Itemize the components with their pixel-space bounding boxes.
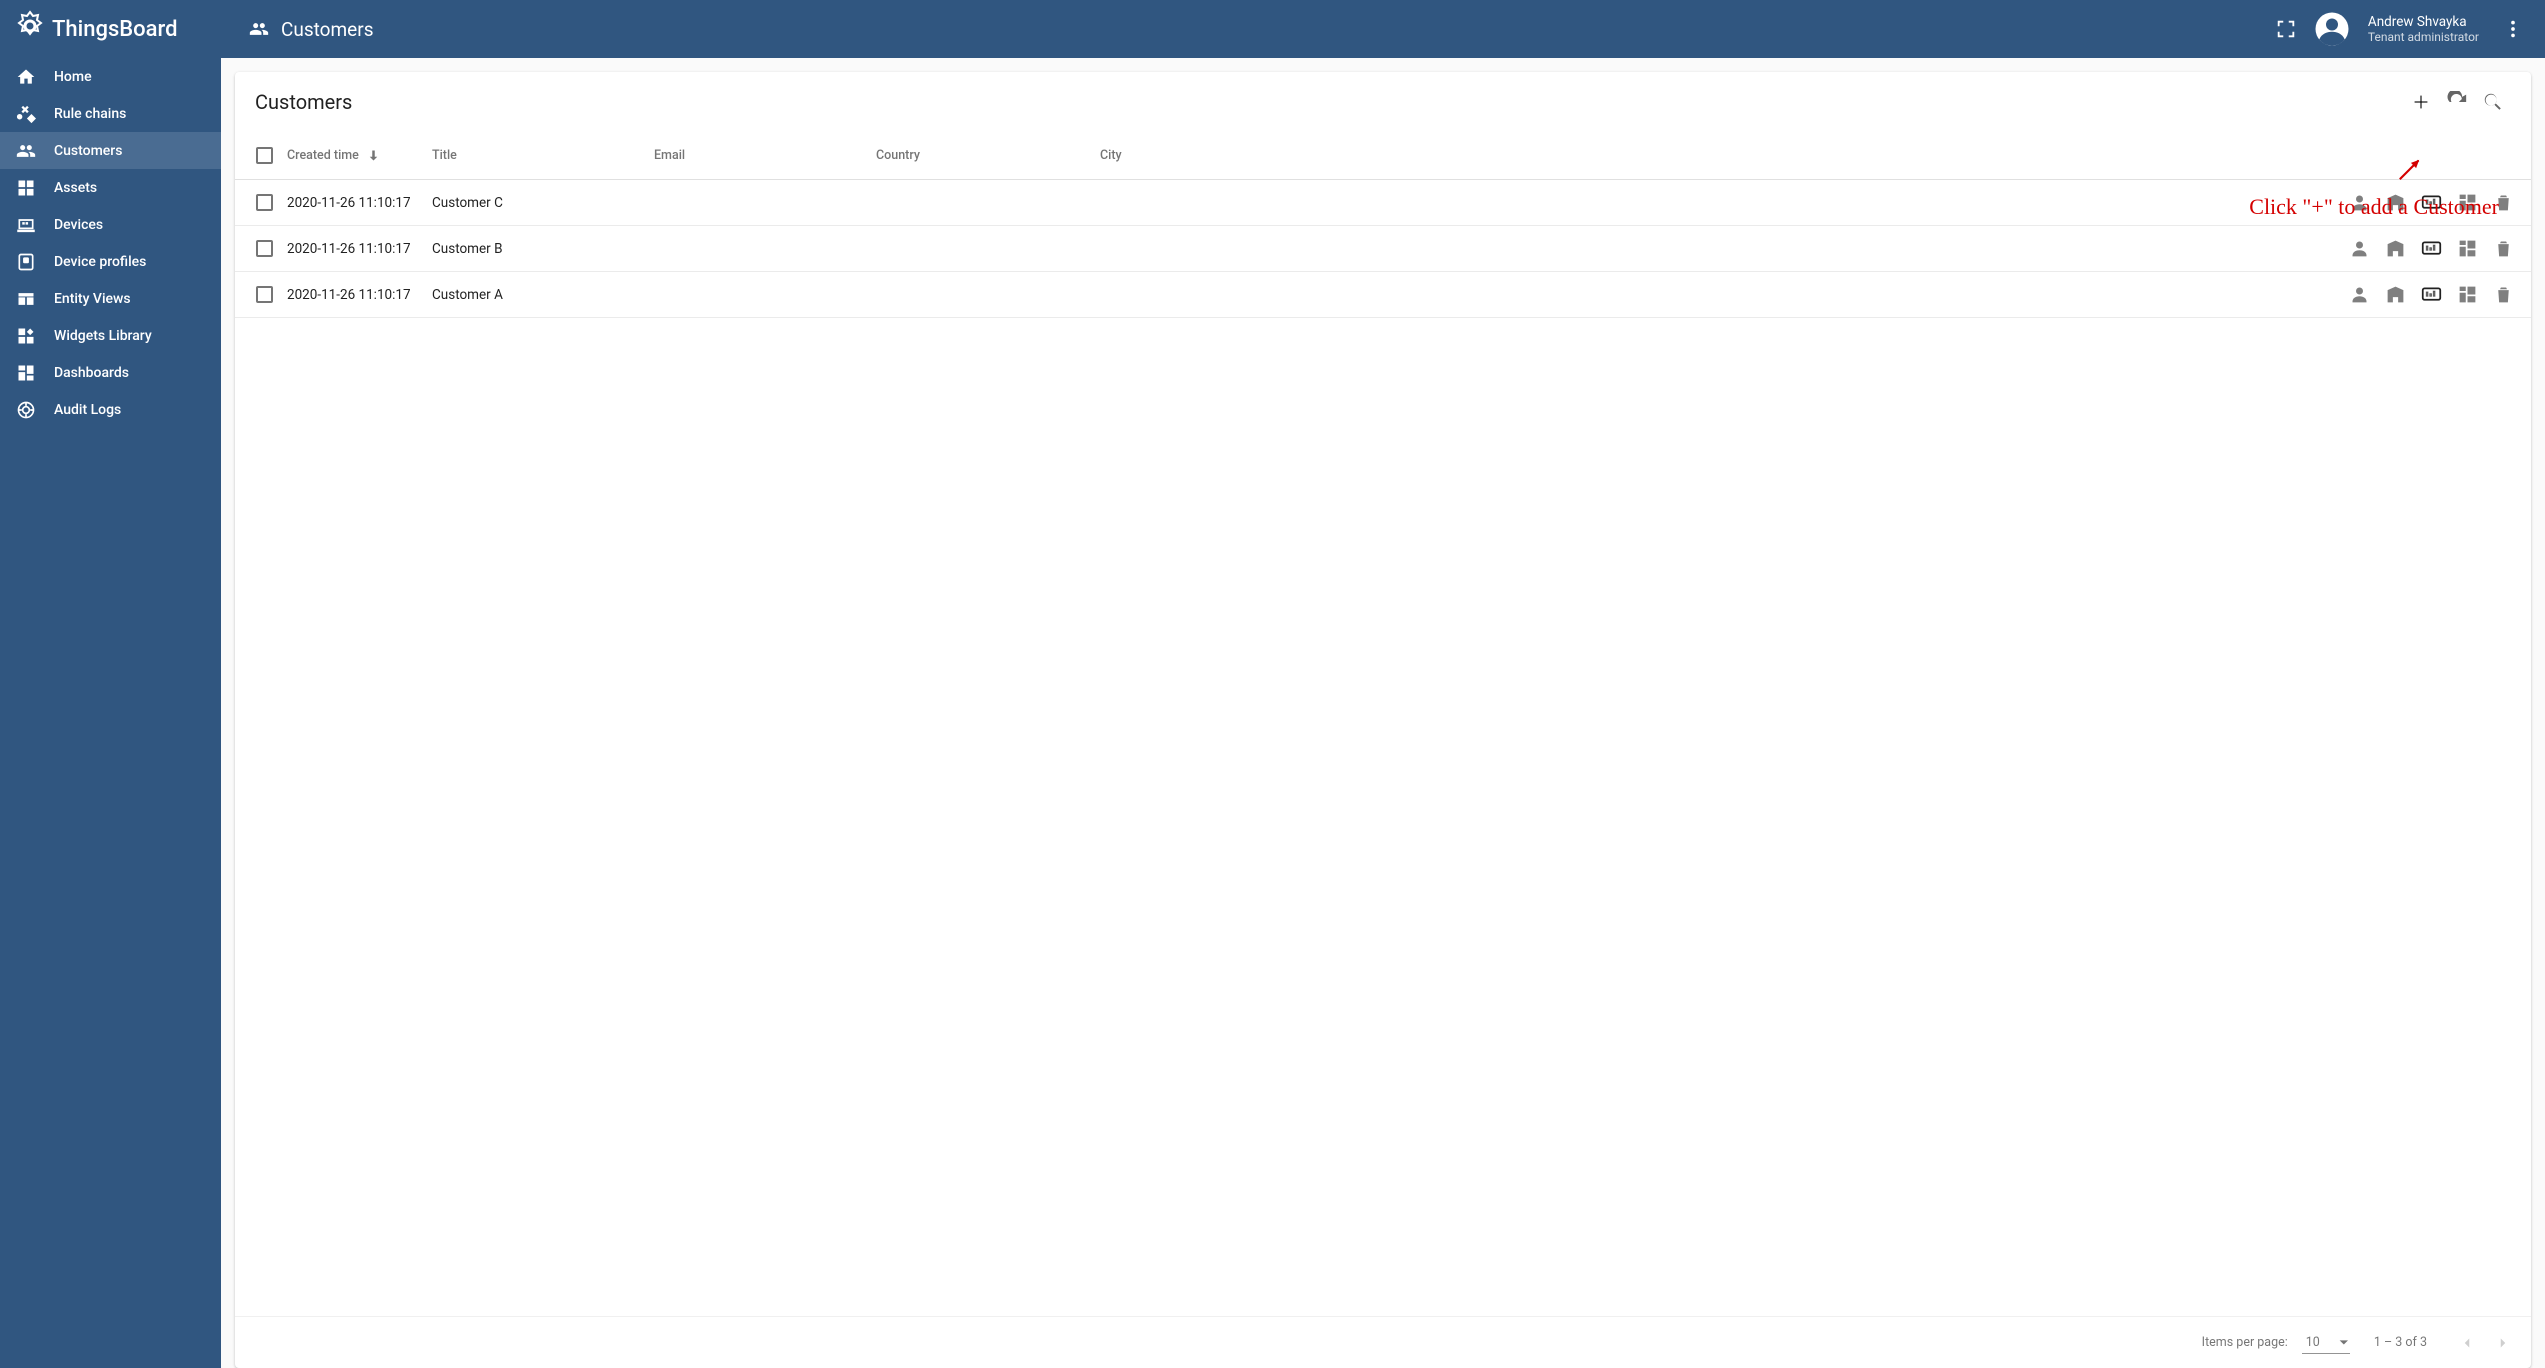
table-row[interactable]: 2020-11-26 11:10:17 Customer A [235,272,2531,318]
next-page-button[interactable] [2487,1327,2519,1359]
card-title: Customers [255,90,352,114]
row-checkbox[interactable] [256,286,273,303]
delete-button[interactable] [2487,233,2519,265]
cell-title: Customer C [432,195,654,211]
arrow-icon [2393,152,2427,192]
sidebar-item-label: Assets [54,180,97,196]
fullscreen-button[interactable] [2266,9,2306,49]
rule-chains-icon [16,104,36,124]
more-button[interactable] [2493,9,2533,49]
sort-desc-icon [362,148,381,163]
cell-title: Customer A [432,287,654,303]
annotation-text: Click "+" to add a Customer [2249,194,2499,220]
sidebar-item-dashboards[interactable]: Dashboards [0,354,221,391]
audit-logs-icon [16,400,36,420]
account-circle-icon [2314,11,2350,47]
widgets-library-icon [16,326,36,346]
sidebar-item-customers[interactable]: Customers [0,132,221,169]
sidebar-item-entity-views[interactable]: Entity Views [0,280,221,317]
customers-icon [249,19,269,39]
row-checkbox[interactable] [256,194,273,211]
page-breadcrumb: Customers [249,18,374,41]
annotation-callout: Click "+" to add a Customer [2249,152,2499,220]
sidebar-item-devices[interactable]: Devices [0,206,221,243]
sidebar-item-assets[interactable]: Assets [0,169,221,206]
table-row[interactable]: 2020-11-26 11:10:17 Customer B [235,226,2531,272]
sidebar-item-audit-logs[interactable]: Audit Logs [0,391,221,428]
sidebar-item-label: Entity Views [54,291,131,307]
sidebar-item-label: Dashboards [54,365,129,381]
sidebar-item-label: Home [54,69,92,85]
delete-button[interactable] [2487,279,2519,311]
col-country[interactable]: Country [876,148,1100,163]
topbar: Customers Andrew Shvayka Tenant administ… [221,0,2545,58]
sidebar-item-label: Device profiles [54,254,146,270]
row-checkbox[interactable] [256,240,273,257]
user-block[interactable]: Andrew Shvayka Tenant administrator [2358,14,2485,45]
sidebar-item-label: Devices [54,217,103,233]
devices-icon [16,215,36,235]
gear-icon [14,10,46,48]
sidebar-item-rule-chains[interactable]: Rule chains [0,95,221,132]
entity-views-icon [16,289,36,309]
sidebar-item-label: Rule chains [54,106,126,122]
main: Customers Andrew Shvayka Tenant administ… [221,0,2545,1368]
manage-dashboards-button[interactable] [2451,233,2483,265]
col-city[interactable]: City [1100,148,1400,163]
paginator: Items per page: 10 1 – 3 of 3 [235,1316,2531,1368]
sidebar-item-label: Widgets Library [54,328,152,344]
assets-icon [16,178,36,198]
customers-icon [16,141,36,161]
table-body: 2020-11-26 11:10:17 Customer C 2020-11-2… [235,180,2531,318]
select-all-checkbox[interactable] [256,147,273,164]
col-created[interactable]: Created time [287,148,432,163]
sidebar-item-widgets-library[interactable]: Widgets Library [0,317,221,354]
page-title: Customers [281,18,374,41]
col-email[interactable]: Email [654,148,876,163]
avatar[interactable] [2314,11,2350,47]
manage-users-button[interactable] [2343,279,2375,311]
customers-card: Customers Click "+" to add a Customer [235,72,2531,1368]
table-header: Created time Title Email Country City [235,132,2531,180]
side-nav: Home Rule chains Customers Assets Device… [0,58,221,428]
dashboards-icon [16,363,36,383]
manage-devices-button[interactable] [2415,279,2447,311]
brand-logo[interactable]: ThingsBoard [0,0,221,58]
sidebar-item-label: Customers [54,143,122,159]
prev-page-button[interactable] [2451,1327,2483,1359]
table-row[interactable]: 2020-11-26 11:10:17 Customer C [235,180,2531,226]
sidebar-item-home[interactable]: Home [0,58,221,95]
paginator-range: 1 – 3 of 3 [2374,1335,2427,1350]
manage-dashboards-button[interactable] [2451,279,2483,311]
search-button[interactable] [2475,84,2511,120]
home-icon [16,67,36,87]
cell-created: 2020-11-26 11:10:17 [287,195,432,211]
cell-title: Customer B [432,241,654,257]
sidebar-item-label: Audit Logs [54,402,121,418]
brand-name: ThingsBoard [52,17,177,42]
manage-assets-button[interactable] [2379,233,2411,265]
refresh-button[interactable] [2439,84,2475,120]
items-per-page-label: Items per page: [2202,1335,2288,1350]
manage-assets-button[interactable] [2379,279,2411,311]
add-button[interactable] [2403,84,2439,120]
manage-devices-button[interactable] [2415,233,2447,265]
user-name: Andrew Shvayka [2368,14,2479,30]
cell-created: 2020-11-26 11:10:17 [287,287,432,303]
col-title[interactable]: Title [432,148,654,163]
page-size-value: 10 [2306,1335,2320,1350]
device-profiles-icon [16,252,36,272]
triangle-down-icon [2338,1337,2348,1347]
manage-users-button[interactable] [2343,233,2375,265]
sidebar-item-device-profiles[interactable]: Device profiles [0,243,221,280]
page-size-select[interactable]: 10 [2302,1332,2350,1354]
cell-created: 2020-11-26 11:10:17 [287,241,432,257]
sidebar: ThingsBoard Home Rule chains Customers A… [0,0,221,1368]
user-role: Tenant administrator [2368,30,2479,44]
